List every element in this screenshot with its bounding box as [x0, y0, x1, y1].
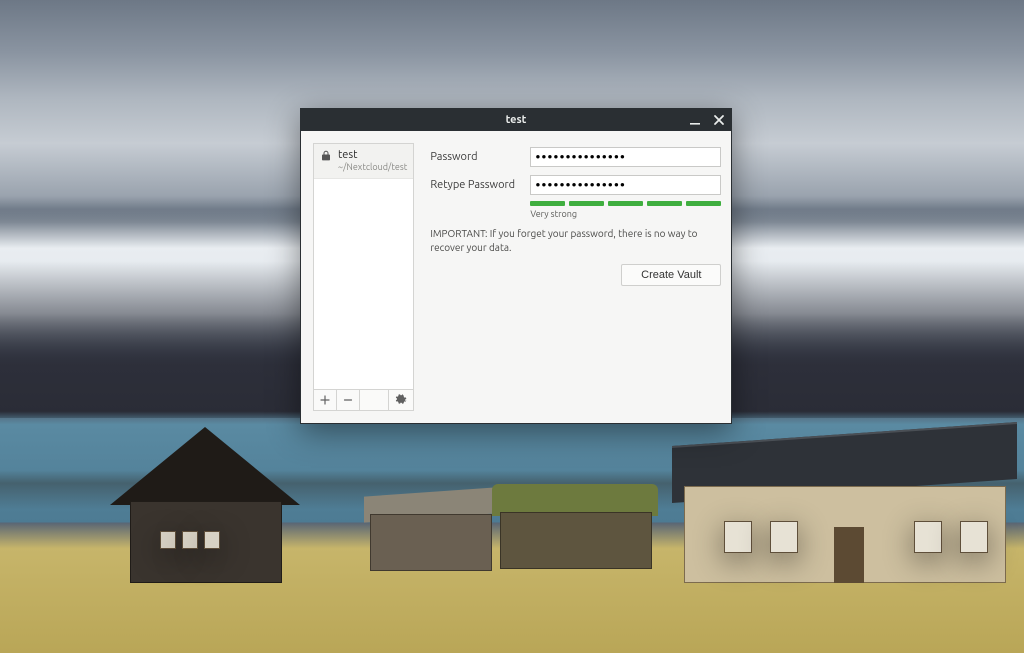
settings-button[interactable] — [389, 390, 413, 410]
vault-list[interactable]: test ~/Nextcloud/test — [313, 143, 414, 390]
important-warning: IMPORTANT: If you forget your password, … — [430, 227, 721, 254]
wallpaper-shed — [370, 471, 510, 571]
window-title: test — [301, 114, 731, 126]
vault-dialog: test test ~/Nextcloud/test — [300, 108, 732, 424]
vault-list-item[interactable]: test ~/Nextcloud/test — [314, 144, 413, 179]
toolbar-spacer — [360, 390, 389, 410]
vault-list-empty-area — [314, 179, 413, 389]
lock-icon — [320, 149, 332, 172]
wallpaper-barn — [100, 423, 300, 583]
minimize-icon — [689, 114, 701, 126]
password-strength-bar — [530, 201, 721, 206]
titlebar[interactable]: test — [301, 109, 731, 131]
password-strength: Very strong — [530, 201, 721, 219]
vault-path: ~/Nextcloud/test — [338, 162, 407, 172]
wallpaper-turfhouse — [500, 459, 670, 569]
close-icon — [713, 114, 725, 126]
password-label: Password — [430, 151, 530, 163]
retype-password-input[interactable] — [530, 175, 721, 195]
minimize-button[interactable] — [687, 112, 703, 128]
create-vault-form: Password Retype Password Very strong IMP… — [424, 143, 723, 411]
plus-icon — [320, 395, 330, 405]
add-vault-button[interactable] — [314, 390, 337, 410]
create-vault-button[interactable]: Create Vault — [621, 264, 721, 286]
sidebar-toolbar — [313, 390, 414, 411]
password-input[interactable] — [530, 147, 721, 167]
retype-password-label: Retype Password — [430, 179, 530, 191]
vault-sidebar: test ~/Nextcloud/test — [313, 143, 414, 411]
vault-name: test — [338, 149, 407, 162]
remove-vault-button[interactable] — [337, 390, 360, 410]
gear-icon — [395, 394, 407, 406]
close-button[interactable] — [711, 112, 727, 128]
minus-icon — [343, 395, 353, 405]
wallpaper-cabin — [684, 413, 1024, 583]
form-filler — [430, 286, 721, 396]
password-strength-label: Very strong — [530, 209, 721, 219]
